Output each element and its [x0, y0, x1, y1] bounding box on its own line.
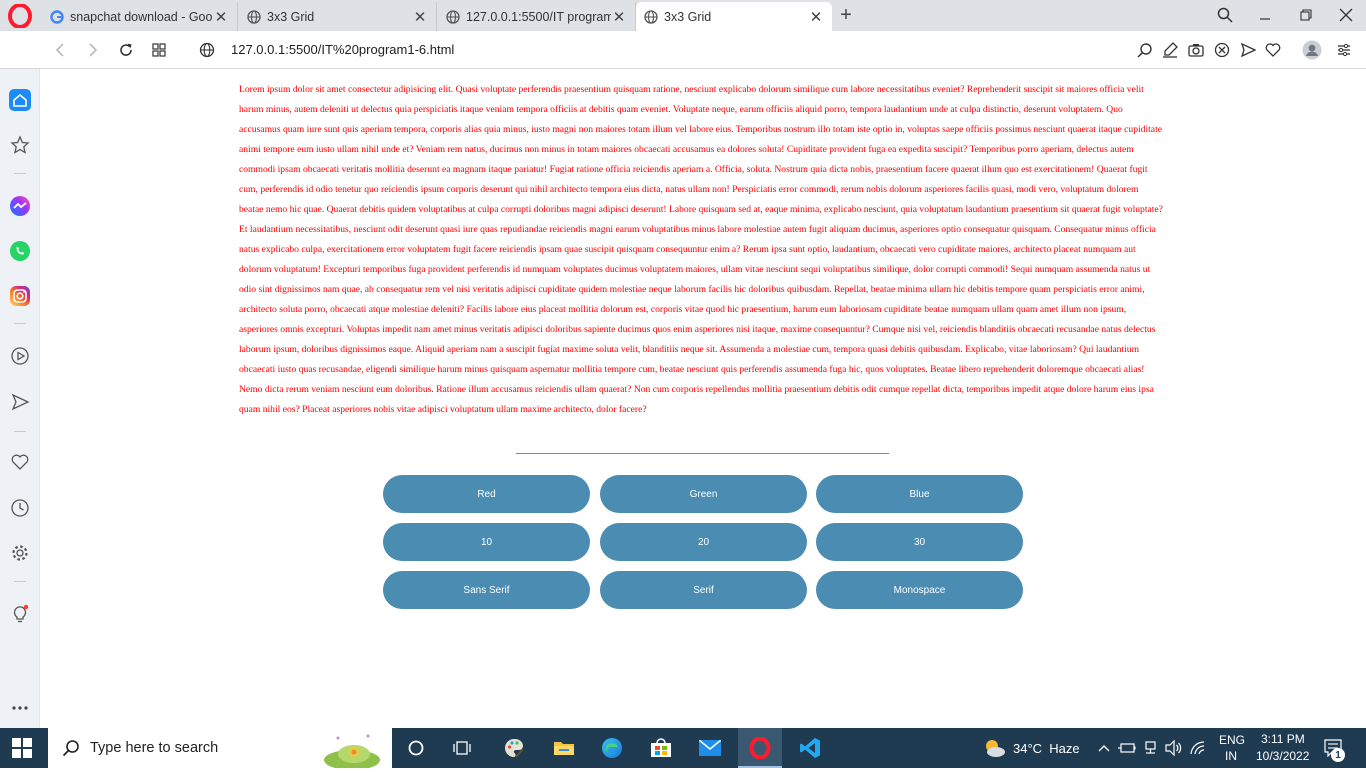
microsoft-store-icon[interactable]	[648, 736, 674, 760]
search-highlight-illustration-icon	[318, 730, 390, 773]
close-tab-icon[interactable]: ✕	[213, 9, 229, 26]
close-tab-icon[interactable]: ✕	[611, 9, 627, 26]
opera-logo-icon[interactable]	[8, 3, 32, 29]
forward-icon[interactable]	[81, 38, 105, 62]
battery-charging-icon[interactable]	[1117, 736, 1137, 760]
wifi-icon[interactable]	[1188, 736, 1208, 760]
notification-count-badge: 1	[1331, 748, 1345, 762]
tab-title: 3x3 Grid	[664, 9, 712, 24]
snapshot-camera-icon[interactable]	[1186, 40, 1206, 60]
tab-title: snapchat download - Goog	[70, 9, 213, 24]
tab-title: 127.0.0.1:5500/IT program1	[466, 9, 611, 24]
opera-sidebar	[0, 69, 40, 728]
size-10-button[interactable]: 10	[383, 523, 590, 561]
task-view-icon[interactable]	[450, 736, 476, 760]
color-red-button[interactable]: Red	[383, 475, 590, 513]
google-icon	[50, 9, 64, 24]
url-path: :5500/IT%20program1-6.html	[285, 42, 455, 57]
new-tab-plus-icon[interactable]: +	[836, 4, 856, 26]
tab-4-active[interactable]: 3x3 Grid ✕	[636, 2, 832, 31]
tab-1[interactable]: snapchat download - Goog ✕	[42, 2, 238, 31]
search-icon	[62, 739, 80, 757]
my-flow-send-icon[interactable]	[8, 390, 32, 414]
close-tab-icon[interactable]: ✕	[412, 9, 428, 26]
close-tab-icon[interactable]: ✕	[808, 9, 824, 26]
restore-icon[interactable]	[1291, 3, 1321, 27]
site-info-globe-icon[interactable]	[195, 38, 219, 62]
edge-browser-icon[interactable]	[599, 736, 625, 760]
instagram-icon[interactable]	[8, 284, 32, 308]
volume-speaker-icon[interactable]	[1164, 736, 1184, 760]
reload-icon[interactable]	[114, 38, 138, 62]
speed-dial-star-icon[interactable]	[8, 133, 32, 157]
minimize-icon[interactable]	[1250, 3, 1280, 27]
close-window-icon[interactable]	[1331, 3, 1361, 27]
send-icon[interactable]	[1238, 40, 1258, 60]
easy-setup-menu-icon[interactable]	[1334, 40, 1354, 60]
size-20-button[interactable]: 20	[600, 523, 807, 561]
chevron-up-icon[interactable]	[1094, 736, 1114, 760]
easy-setup-icon[interactable]	[1160, 40, 1180, 60]
bookmarks-heart-icon[interactable]	[8, 450, 32, 474]
color-green-button[interactable]: Green	[600, 475, 807, 513]
page-viewport: Lorem ipsum dolor sit amet consectetur a…	[40, 70, 1366, 728]
cortana-circle-icon[interactable]	[403, 736, 429, 760]
horizontal-rule	[516, 453, 889, 454]
messenger-icon[interactable]	[8, 194, 32, 218]
windows-start-icon[interactable]	[12, 738, 32, 758]
opera-taskbar-icon[interactable]	[747, 736, 773, 760]
mail-envelope-icon[interactable]	[697, 736, 723, 760]
back-icon[interactable]	[48, 38, 72, 62]
globe-icon	[644, 9, 658, 24]
tab-3[interactable]: 127.0.0.1:5500/IT program1 ✕	[438, 2, 636, 31]
search-page-icon[interactable]	[1135, 40, 1155, 60]
tab-strip: snapchat download - Goog ✕ 3x3 Grid ✕ 12…	[0, 0, 1366, 31]
taskbar-search-box[interactable]: Type here to search	[48, 728, 392, 770]
language-indicator-top[interactable]: ENG	[1219, 733, 1245, 747]
player-icon[interactable]	[8, 344, 32, 368]
size-30-button[interactable]: 30	[816, 523, 1023, 561]
globe-icon	[247, 9, 261, 24]
tabs-grid-icon[interactable]	[147, 38, 171, 62]
settings-gear-icon[interactable]	[8, 541, 32, 565]
tips-lightbulb-icon[interactable]	[8, 602, 32, 626]
tab-title: 3x3 Grid	[267, 9, 315, 24]
search-placeholder: Type here to search	[90, 740, 219, 756]
font-monospace-button[interactable]: Monospace	[816, 571, 1023, 609]
clock-date[interactable]: 10/3/2022	[1256, 749, 1309, 763]
url-field[interactable]: 127.0.0.1:5500/IT%20program1-6.html	[231, 42, 454, 57]
history-clock-icon[interactable]	[8, 496, 32, 520]
whatsapp-icon[interactable]	[8, 239, 32, 263]
search-tabs-icon[interactable]	[1210, 3, 1240, 27]
weather-cloud-sun-icon	[981, 736, 1007, 760]
address-bar: 127.0.0.1:5500/IT%20program1-6.html	[0, 31, 1366, 69]
file-explorer-folder-icon[interactable]	[551, 736, 577, 760]
lorem-paragraph: Lorem ipsum dolor sit amet consectetur a…	[239, 84, 1163, 415]
language-indicator-bottom[interactable]: IN	[1225, 749, 1237, 763]
vscode-icon[interactable]	[797, 736, 823, 760]
clock-time[interactable]: 3:11 PM	[1261, 732, 1305, 746]
heart-icon[interactable]	[1263, 40, 1283, 60]
globe-icon	[446, 9, 460, 24]
ad-block-icon[interactable]	[1212, 40, 1232, 60]
home-icon[interactable]	[8, 88, 32, 112]
profile-avatar-icon[interactable]	[1302, 40, 1322, 60]
color-blue-button[interactable]: Blue	[816, 475, 1023, 513]
windows-taskbar: Type here to search 34°C Haze ENG IN 3:1…	[0, 728, 1366, 770]
font-sans-serif-button[interactable]: Sans Serif	[383, 571, 590, 609]
url-host: 127.0.0.1	[231, 42, 286, 57]
paint-palette-icon[interactable]	[501, 736, 527, 760]
weather-text[interactable]: 34°C Haze	[1013, 741, 1080, 756]
tab-2[interactable]: 3x3 Grid ✕	[239, 2, 437, 31]
network-ethernet-icon[interactable]	[1141, 736, 1161, 760]
more-dots-icon[interactable]	[8, 696, 32, 720]
font-serif-button[interactable]: Serif	[600, 571, 807, 609]
